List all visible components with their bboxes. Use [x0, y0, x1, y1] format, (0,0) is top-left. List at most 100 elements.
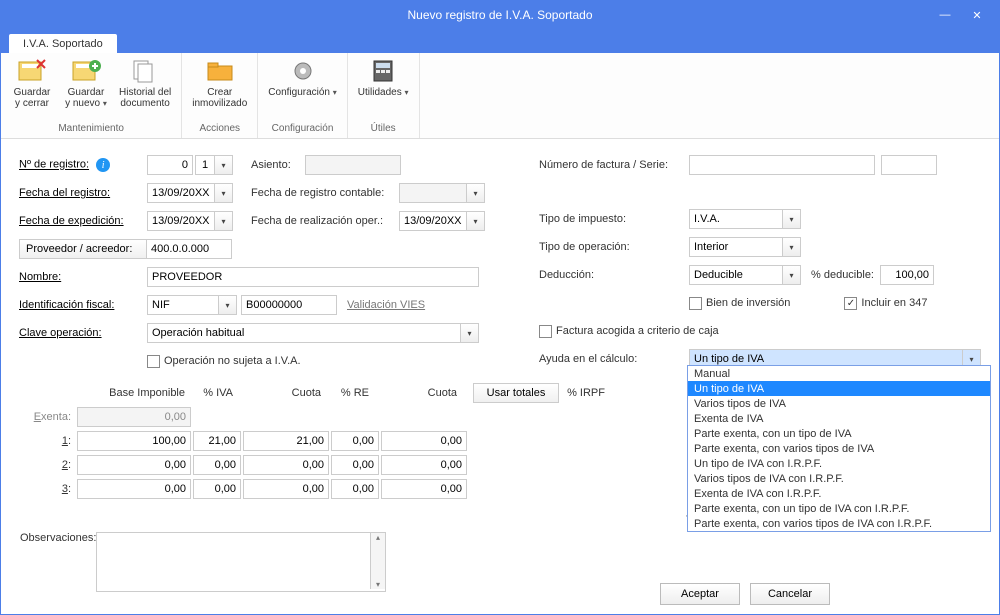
- ayuda-option[interactable]: Varios tipos de IVA: [688, 396, 990, 411]
- ayuda-option[interactable]: Un tipo de IVA con I.R.P.F.: [688, 456, 990, 471]
- calc-icon: [367, 57, 399, 85]
- btn-usar-totales[interactable]: Usar totales: [473, 383, 559, 403]
- input-deduccion[interactable]: [689, 265, 783, 285]
- ayuda-option[interactable]: Un tipo de IVA: [688, 381, 990, 396]
- label-exenta: Exenta:: [19, 411, 77, 423]
- hdr-cuota1: Cuota: [239, 383, 327, 403]
- label-fecha-reg-cont: Fecha de registro contable:: [251, 187, 399, 199]
- label-pct-deducible: % deducible:: [811, 269, 874, 281]
- ribbon-history[interactable]: Historial del documento: [113, 55, 177, 111]
- tipo-op-drop[interactable]: ▾: [783, 237, 801, 257]
- cell-pre[interactable]: [331, 431, 379, 451]
- cell-piva[interactable]: [193, 431, 241, 451]
- ribbon-save-close[interactable]: Guardar y cerrar: [5, 55, 59, 111]
- ayuda-option[interactable]: Varios tipos de IVA con I.R.P.F.: [688, 471, 990, 486]
- ayuda-option[interactable]: Exenta de IVA con I.R.P.F.: [688, 486, 990, 501]
- ribbon-save-new[interactable]: Guardar y nuevo ▾: [59, 55, 113, 111]
- cell-exenta: [77, 407, 191, 427]
- input-tipo-op[interactable]: [689, 237, 783, 257]
- input-ident-tipo[interactable]: [147, 295, 219, 315]
- minimize-button[interactable]: —: [931, 5, 959, 25]
- cell-base[interactable]: [77, 431, 191, 451]
- textarea-observ[interactable]: [96, 532, 386, 592]
- label-ident-fiscal: Identificación fiscal:: [19, 299, 147, 311]
- cell-base[interactable]: [77, 479, 191, 499]
- cell-piva[interactable]: [193, 479, 241, 499]
- ayuda-option[interactable]: Exenta de IVA: [688, 411, 990, 426]
- input-tipo-impuesto[interactable]: [689, 209, 783, 229]
- ribbon-folder[interactable]: Crear inmovilizado: [186, 55, 253, 111]
- ribbon-gear[interactable]: Configuración ▾: [262, 55, 343, 100]
- ayuda-option[interactable]: Parte exenta, con un tipo de IVA con I.R…: [688, 501, 990, 516]
- cell-pre[interactable]: [331, 479, 379, 499]
- cell-piva[interactable]: [193, 455, 241, 475]
- input-fecha-real[interactable]: [399, 211, 467, 231]
- label-tipo-impuesto: Tipo de impuesto:: [539, 213, 689, 225]
- folder-icon: [204, 57, 236, 85]
- label-tipo-op: Tipo de operación:: [539, 241, 689, 253]
- tab-iva-soportado[interactable]: I.V.A. Soportado: [9, 34, 117, 53]
- input-nregistro-serie[interactable]: [195, 155, 215, 175]
- cell-cuota1[interactable]: [243, 431, 329, 451]
- save-new-icon: [70, 57, 102, 85]
- info-icon[interactable]: i: [96, 158, 110, 172]
- ident-tipo-drop[interactable]: ▾: [219, 295, 237, 315]
- ayuda-option[interactable]: Parte exenta, con varios tipos de IVA: [688, 441, 990, 456]
- accept-button[interactable]: Aceptar: [660, 583, 740, 605]
- input-nregistro-num[interactable]: [147, 155, 193, 175]
- ribbon: Guardar y cerrarGuardar y nuevo ▾Histori…: [1, 53, 999, 139]
- cell-cuota1[interactable]: [243, 455, 329, 475]
- gear-icon: [287, 57, 319, 85]
- input-fecha-registro[interactable]: [147, 183, 215, 203]
- input-clave-op[interactable]: [147, 323, 461, 343]
- link-validacion-vies[interactable]: Validación VIES: [347, 299, 425, 311]
- input-pct-deducible[interactable]: [880, 265, 934, 285]
- proveedor-button[interactable]: Proveedor / acreedor:: [19, 239, 147, 259]
- clave-op-drop[interactable]: ▾: [461, 323, 479, 343]
- ayuda-option[interactable]: Manual: [688, 366, 990, 381]
- cell-cuota1[interactable]: [243, 479, 329, 499]
- hdr-pctre: % RE: [327, 383, 375, 403]
- label-nregistro: Nº de registro: i: [19, 158, 147, 172]
- ayuda-option[interactable]: Parte exenta, con un tipo de IVA: [688, 426, 990, 441]
- input-serie-factura[interactable]: [881, 155, 937, 175]
- label-fecha-real: Fecha de realización oper.:: [251, 215, 399, 227]
- hdr-cuota2: Cuota: [375, 383, 463, 403]
- tipo-impuesto-drop[interactable]: ▾: [783, 209, 801, 229]
- label-ayuda-calculo: Ayuda en el cálculo:: [539, 353, 689, 365]
- cell-cuota2[interactable]: [381, 431, 467, 451]
- cancel-button[interactable]: Cancelar: [750, 583, 830, 605]
- ribbon-calc[interactable]: Utilidades ▾: [352, 55, 415, 100]
- label-deduccion: Deducción:: [539, 269, 689, 281]
- check-criterio-caja[interactable]: Factura acogida a criterio de caja: [539, 325, 719, 338]
- cell-cuota2[interactable]: [381, 479, 467, 499]
- cell-cuota2[interactable]: [381, 455, 467, 475]
- ayuda-dropdown-list[interactable]: ManualUn tipo de IVAVarios tipos de IVAE…: [687, 365, 991, 532]
- label-asiento: Asiento:: [251, 159, 291, 171]
- fecha-real-drop[interactable]: ▾: [467, 211, 485, 231]
- scroll-down-icon[interactable]: ▾: [376, 580, 380, 589]
- input-nombre[interactable]: [147, 267, 479, 287]
- deduccion-drop[interactable]: ▾: [783, 265, 801, 285]
- label-fecha-exped: Fecha de expedición:: [19, 215, 147, 227]
- ayuda-option[interactable]: Parte exenta, con varios tipos de IVA co…: [688, 516, 990, 531]
- check-bien-inversion[interactable]: Bien de inversión: [689, 297, 790, 310]
- input-num-factura[interactable]: [689, 155, 875, 175]
- input-fecha-reg-cont: [399, 183, 467, 203]
- titlebar: Nuevo registro de I.V.A. Soportado — ✕: [1, 1, 999, 29]
- fecha-registro-drop[interactable]: ▾: [215, 183, 233, 203]
- close-button[interactable]: ✕: [963, 5, 991, 25]
- input-fecha-exped[interactable]: [147, 211, 215, 231]
- fecha-reg-cont-drop[interactable]: ▾: [467, 183, 485, 203]
- label-nombre: Nombre:: [19, 271, 147, 283]
- scroll-up-icon[interactable]: ▴: [376, 533, 380, 542]
- nregistro-serie-drop[interactable]: ▾: [215, 155, 233, 175]
- input-proveedor[interactable]: [146, 239, 232, 259]
- check-incluir-347[interactable]: ✓Incluir en 347: [844, 297, 927, 310]
- label-observ: Observaciones:: [20, 532, 96, 595]
- cell-base[interactable]: [77, 455, 191, 475]
- check-no-sujeta[interactable]: Operación no sujeta a I.V.A.: [147, 355, 301, 368]
- input-ident-num[interactable]: [241, 295, 337, 315]
- cell-pre[interactable]: [331, 455, 379, 475]
- fecha-exped-drop[interactable]: ▾: [215, 211, 233, 231]
